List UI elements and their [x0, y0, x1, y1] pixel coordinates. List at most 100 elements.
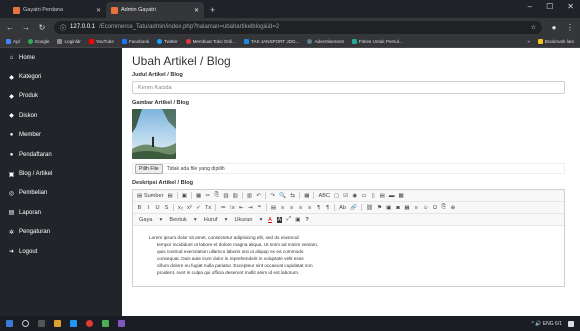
- tempel-teks-icon[interactable]: ▥: [223, 193, 228, 199]
- toolbar-button[interactable]: ⎘: [441, 204, 446, 211]
- toolbar-button[interactable]: ≔: [220, 205, 226, 211]
- toolbar-button[interactable]: ⛓: [366, 205, 373, 211]
- bidang-teks-icon[interactable]: ◉: [352, 193, 357, 199]
- potong-icon[interactable]: ▦: [196, 193, 201, 199]
- sidebar-item-pengaturan[interactable]: ✲ Pengaturan: [0, 223, 122, 242]
- toolbar-button[interactable]: I: [146, 205, 151, 211]
- text-color-button[interactable]: A: [268, 217, 273, 223]
- bookmark-item[interactable]: YouTube: [88, 39, 114, 44]
- other-bookmarks[interactable]: Bookmark lain: [537, 39, 574, 44]
- sidebar-item-laporan[interactable]: ▤ Laporan: [0, 203, 122, 222]
- toolbar-button[interactable]: ◙: [395, 205, 400, 211]
- sidebar-item-logout[interactable]: ➜ Logout: [0, 242, 122, 261]
- reload-icon[interactable]: ↻: [38, 23, 46, 32]
- size-select[interactable]: Ukuran: [232, 217, 254, 223]
- format-select[interactable]: Bentuk: [167, 217, 188, 223]
- address-bar[interactable]: ⓘ 127.0.0.1/Ecommerce_Tatu/admin/index.p…: [54, 20, 542, 34]
- toolbar-button[interactable]: ≡: [414, 205, 419, 211]
- show-blocks-button[interactable]: ▣: [295, 217, 300, 223]
- back-icon[interactable]: ←: [6, 23, 14, 32]
- bookmark-item[interactable]: Fitnes Untuk Pemul...: [351, 39, 403, 44]
- browser-tab-0[interactable]: Gayatri Perdana ✕: [8, 2, 106, 18]
- toolbar-button[interactable]: ≡: [289, 205, 294, 211]
- sidebar-item-pembelian[interactable]: ◎ Pembelian: [0, 184, 122, 203]
- seleksi-icon[interactable]: ▯: [371, 193, 376, 199]
- sidebar-item-kategori[interactable]: ◆ Kategori: [0, 67, 122, 86]
- toolbar-button[interactable]: ▣: [386, 205, 391, 211]
- bidang-tersembunyi-icon[interactable]: ▩: [399, 193, 404, 199]
- bookmark-item[interactable]: Advertisement: [307, 39, 344, 44]
- toolbar-button[interactable]: ✓: [196, 205, 201, 211]
- maximize-editor-button[interactable]: ⤢: [286, 216, 291, 223]
- plus-icon[interactable]: +: [210, 5, 215, 15]
- kotak-centang-icon[interactable]: ▢: [334, 193, 339, 199]
- toolbar-button[interactable]: ▦: [404, 205, 409, 211]
- search-icon[interactable]: [22, 320, 29, 327]
- toolbar-button[interactable]: ≡: [280, 205, 285, 211]
- toolbar-button[interactable]: x²: [187, 205, 192, 211]
- star-icon[interactable]: ☆: [531, 24, 536, 31]
- style-select[interactable]: Gaya: [137, 217, 154, 223]
- sidebar-item-blog-artikel[interactable]: ▣ Blog / Artikel: [0, 164, 122, 183]
- about-button[interactable]: ?: [305, 217, 310, 223]
- toolbar-button[interactable]: ⊕: [450, 205, 456, 211]
- forward-icon[interactable]: →: [22, 23, 30, 32]
- bookmark-item[interactable]: Loginldr: [57, 39, 81, 44]
- app-icon[interactable]: [102, 320, 109, 327]
- toolbar-button[interactable]: ¶: [316, 205, 321, 211]
- bg-color-button[interactable]: A: [276, 216, 283, 223]
- ulangi-icon[interactable]: ↶: [256, 193, 261, 199]
- toolbar-button[interactable]: ❝: [257, 205, 262, 211]
- toolbar-button[interactable]: ☺: [423, 205, 429, 211]
- file-explorer-icon[interactable]: [54, 320, 61, 327]
- source-button[interactable]: ▤ Sumber: [137, 193, 163, 199]
- toolbar-button[interactable]: ≡: [307, 205, 312, 211]
- toolbar-button[interactable]: Ab: [339, 205, 346, 211]
- more-bookmarks-icon[interactable]: »: [527, 39, 530, 44]
- pilih-semua-icon[interactable]: ⇆: [290, 193, 295, 199]
- app-icon[interactable]: [118, 320, 125, 327]
- close-tab-icon[interactable]: ✕: [96, 7, 101, 14]
- toolbar-button[interactable]: ⇤: [239, 205, 244, 211]
- taskview-icon[interactable]: [38, 320, 45, 327]
- sidebar-item-pendaftaran[interactable]: ● Pendaftaran: [0, 145, 122, 164]
- profile-icon[interactable]: ●: [550, 23, 558, 32]
- toolbar-button[interactable]: S: [164, 205, 169, 211]
- sidebar-item-produk[interactable]: ◆ Produk: [0, 87, 122, 106]
- pratinjau-icon[interactable]: ▤: [167, 193, 172, 199]
- salin-icon[interactable]: ✂: [205, 193, 210, 199]
- judul-input[interactable]: Keren Kacida: [132, 81, 565, 94]
- templat-icon[interactable]: ▣: [182, 193, 187, 199]
- bookmark-item[interactable]: Facebook: [121, 39, 149, 44]
- close-tab-icon[interactable]: ✕: [194, 7, 199, 14]
- toolbar-button[interactable]: ⁝≡: [230, 205, 235, 211]
- toolbar-button[interactable]: U: [155, 205, 160, 211]
- chrome-icon[interactable]: [86, 320, 93, 327]
- tombol-gambar-icon[interactable]: ▬: [389, 193, 395, 199]
- batal-icon[interactable]: ▥: [247, 193, 252, 199]
- minimize-icon[interactable]: –: [528, 2, 532, 11]
- area-teks-icon[interactable]: ▭: [361, 193, 366, 199]
- font-select[interactable]: Huruf: [202, 217, 220, 223]
- close-window-icon[interactable]: ✕: [567, 2, 574, 11]
- editor-content[interactable]: Lorem ipsum dolor sit amet, consectetur …: [133, 226, 564, 286]
- toolbar-button[interactable]: ⚑: [377, 205, 382, 211]
- bookmark-item[interactable]: Membuat Toko Onli...: [185, 39, 236, 44]
- browser-tab-1[interactable]: Admin Gayatri ✕: [106, 2, 204, 18]
- tempel-icon[interactable]: ⎘: [214, 192, 219, 199]
- toolbar-button[interactable]: Tx: [205, 205, 211, 211]
- notification-icon[interactable]: [568, 320, 574, 327]
- sidebar-item-home[interactable]: ⌂ Home: [0, 48, 122, 67]
- toolbar-button[interactable]: 🔗: [350, 205, 357, 211]
- choose-file-button[interactable]: Pilih File: [135, 163, 163, 174]
- bookmark-item[interactable]: Google: [27, 39, 49, 44]
- bookmark-item[interactable]: Twitter: [157, 39, 178, 44]
- periksa-ejaan-icon[interactable]: ▦: [304, 193, 309, 199]
- toolbar-button[interactable]: ¶: [325, 205, 330, 211]
- maximize-icon[interactable]: ☐: [546, 2, 553, 11]
- app-icon[interactable]: [70, 320, 77, 327]
- formulir-icon[interactable]: ABC: [318, 193, 330, 199]
- toolbar-button[interactable]: ⇥: [248, 205, 253, 211]
- tombol-radio-icon[interactable]: ☑: [343, 193, 348, 199]
- info-icon[interactable]: ⓘ: [60, 23, 66, 32]
